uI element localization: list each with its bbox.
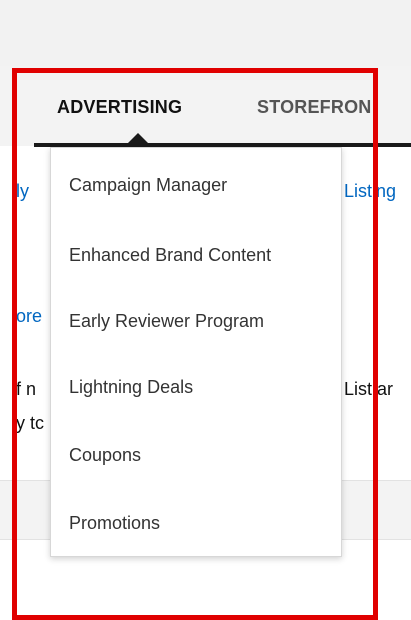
menu-item-campaign-manager[interactable]: Campaign Manager xyxy=(69,174,227,196)
menu-item-coupons[interactable]: Coupons xyxy=(69,444,141,466)
background-text-fragment-2: y tc xyxy=(16,413,45,433)
background-link-more[interactable]: ore xyxy=(16,305,42,327)
top-band xyxy=(0,0,411,66)
menu-item-early-reviewer-program[interactable]: Early Reviewer Program xyxy=(69,310,264,332)
tab-storefront[interactable]: STOREFRON xyxy=(257,96,371,118)
menu-item-enhanced-brand-content[interactable]: Enhanced Brand Content xyxy=(69,244,271,266)
advertising-dropdown-menu: Campaign Manager Enhanced Brand Content … xyxy=(50,147,342,557)
caret-up-icon xyxy=(127,133,149,144)
tab-advertising[interactable]: ADVERTISING xyxy=(57,96,182,118)
background-link-listing[interactable]: Listing xyxy=(344,180,396,202)
background-link-fragment[interactable]: ly xyxy=(16,180,29,202)
background-text-list: List ar xyxy=(344,379,394,399)
screenshot-canvas: ADVERTISING STOREFRON ly Listing ore f n… xyxy=(0,0,411,620)
menu-item-lightning-deals[interactable]: Lightning Deals xyxy=(69,376,193,398)
menu-item-promotions[interactable]: Promotions xyxy=(69,512,160,534)
background-text-fragment: f n xyxy=(16,379,37,399)
